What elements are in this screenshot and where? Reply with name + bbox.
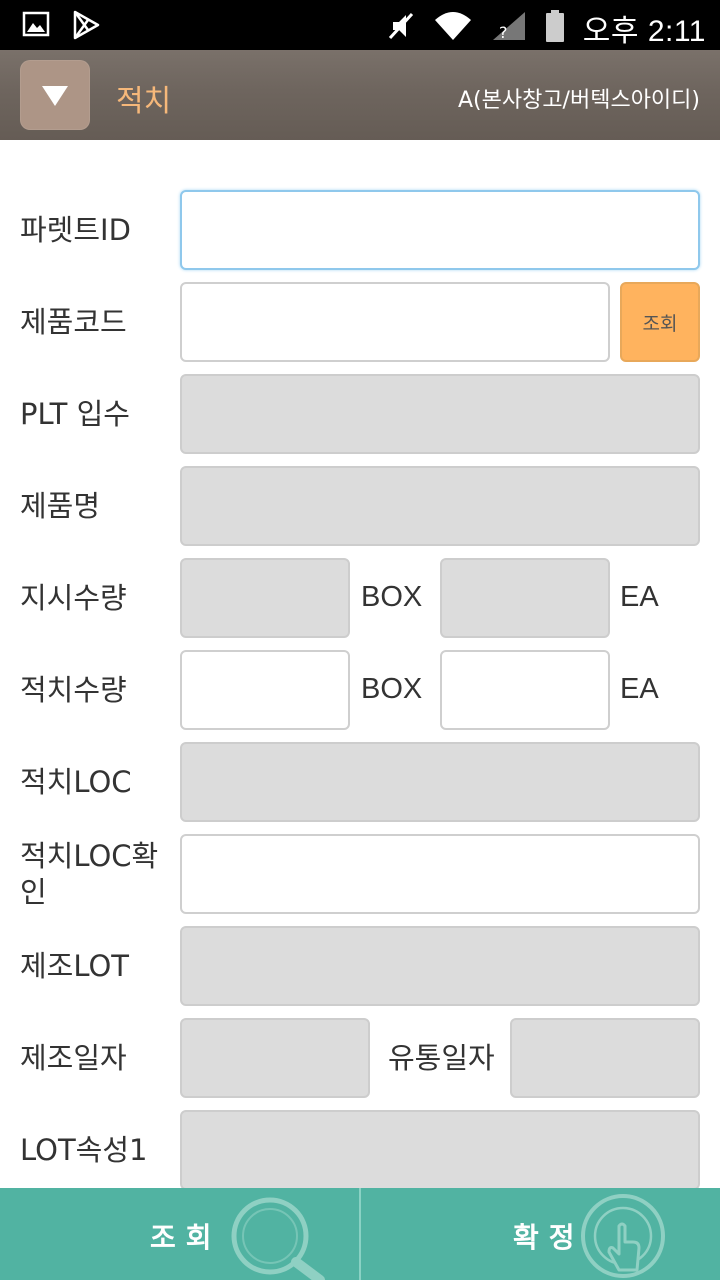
no-sim-icon: ?: [491, 10, 527, 46]
putaway-loc-field: [180, 742, 700, 822]
lot-attr1-label: LOT속성1: [20, 1133, 148, 1167]
putaway-qty-box-unit: BOX: [361, 673, 423, 705]
order-qty-ea-field: [440, 558, 610, 638]
play-store-icon: [72, 10, 100, 44]
plt-qty-label: PLT 입수: [20, 397, 130, 431]
order-qty-label: 지시수량: [20, 581, 127, 615]
mute-icon: [387, 10, 415, 46]
putaway-loc-label: 적치LOC: [20, 765, 132, 799]
exp-date-label: 유통일자: [388, 1041, 495, 1075]
image-icon: [22, 10, 50, 44]
mfg-lot-field: [180, 926, 700, 1006]
mfg-date-field: [180, 1018, 370, 1098]
order-qty-box-field: [180, 558, 350, 638]
putaway-qty-ea-unit: EA: [620, 673, 659, 705]
plt-qty-field: [180, 374, 700, 454]
confirm-button-label: 확정: [513, 1221, 585, 1254]
putaway-qty-ea-input[interactable]: [440, 650, 610, 730]
magnifier-icon: [231, 1197, 325, 1280]
product-name-label: 제품명: [20, 489, 101, 523]
product-search-button[interactable]: 조회: [620, 282, 700, 362]
pallet-id-label: 파렛트ID: [20, 213, 131, 247]
putaway-loc-confirm-label: 적치LOC확인: [20, 839, 159, 909]
confirm-button[interactable]: 확정: [361, 1188, 720, 1280]
putaway-qty-label: 적치수량: [20, 673, 127, 707]
putaway-loc-confirm-input[interactable]: [180, 834, 700, 914]
status-bar: ? 오후 2:11: [0, 0, 720, 50]
search-button-label: 조회: [150, 1221, 222, 1254]
mfg-lot-label: 제조LOT: [20, 949, 130, 983]
bottom-action-bar: 조회 확정: [0, 1188, 720, 1280]
putaway-form: 파렛트ID 제품코드 조회 PLT 입수 제품명 지시수량 BOX EA 적치수…: [0, 140, 720, 1188]
wifi-icon: [433, 10, 473, 46]
triangle-down-icon: [42, 86, 68, 106]
putaway-qty-box-input[interactable]: [180, 650, 350, 730]
clock: 오후 2:11: [582, 15, 706, 48]
search-button[interactable]: 조회: [0, 1188, 359, 1280]
lot-attr1-field: [180, 1110, 700, 1188]
pallet-id-input[interactable]: [180, 190, 700, 270]
warehouse-label: A(본사창고/버텍스아이디): [457, 88, 700, 113]
order-qty-box-unit: BOX: [361, 581, 423, 613]
menu-button[interactable]: [20, 60, 90, 130]
page-title: 적치: [116, 84, 172, 119]
mfg-date-label: 제조일자: [20, 1041, 127, 1075]
product-code-label: 제품코드: [20, 305, 127, 339]
exp-date-field: [510, 1018, 700, 1098]
touch-icon: [581, 1194, 665, 1278]
order-qty-ea-unit: EA: [620, 581, 659, 613]
svg-text:?: ?: [499, 23, 508, 42]
product-code-input[interactable]: [180, 282, 610, 362]
app-header: 적치 A(본사창고/버텍스아이디): [0, 50, 720, 140]
battery-icon: [545, 9, 565, 47]
product-name-field: [180, 466, 700, 546]
